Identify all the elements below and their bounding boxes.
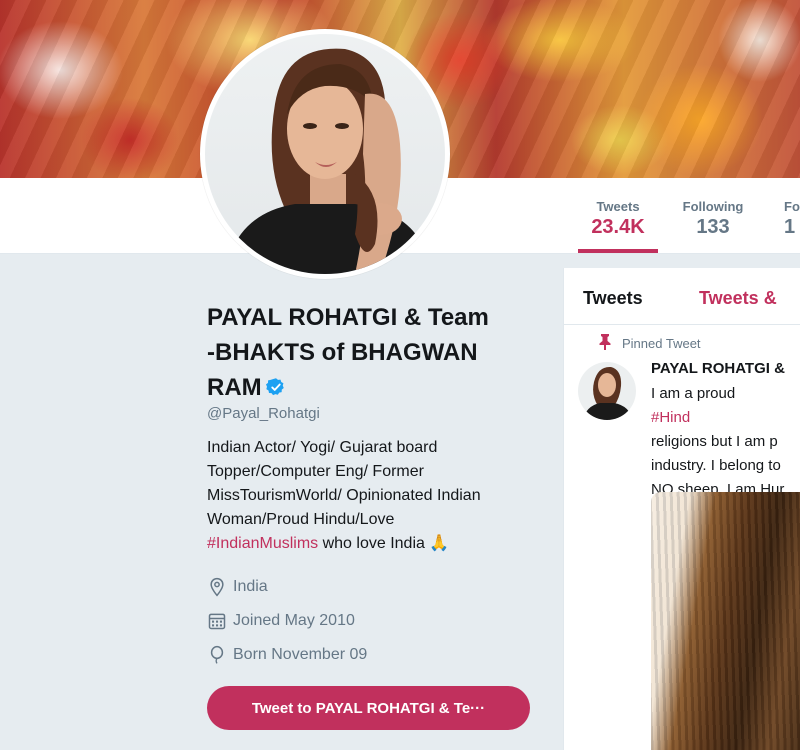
- tweet-text: I am a proud #Hind religions but I am p …: [651, 382, 784, 502]
- verified-badge-icon: [265, 378, 284, 396]
- profile-location: India: [207, 570, 547, 604]
- profile-card: PAYAL ROHATGI & Team -BHAKTS of BHAGWAN …: [207, 300, 547, 672]
- bio-line: Topper/Computer Eng/ Former: [207, 463, 424, 480]
- bio-line: #IndianMuslims who love India 🙏: [207, 532, 507, 556]
- profile-handle[interactable]: @Payal_Rohatgi: [207, 405, 547, 422]
- tweet-to-button[interactable]: Tweet to PAYAL ROHATGI & Te···: [207, 686, 530, 730]
- tweet-text-line: industry. I belong to: [651, 457, 781, 474]
- tweet-author-avatar[interactable]: [578, 362, 636, 420]
- tweet-author-name[interactable]: PAYAL ROHATGI &: [651, 360, 785, 377]
- timeline-panel: Tweets Tweets & Pinned Tweet PAYAL ROHAT…: [563, 268, 800, 750]
- profile-avatar[interactable]: [200, 29, 450, 279]
- bio-tail: who love India 🙏: [318, 535, 450, 552]
- profile-name-last: RAM: [207, 374, 262, 401]
- profile-name-line: RAM: [207, 370, 547, 405]
- tab-tweets-and-replies[interactable]: Tweets &: [699, 288, 777, 309]
- avatar-photo: [205, 34, 445, 274]
- tweet-hashtag-link[interactable]: #Hind: [651, 409, 690, 426]
- bio-line: Indian Actor/ Yogi/ Gujarat board: [207, 439, 438, 456]
- bio-line: MissTourismWorld/ Opinionated Indian: [207, 487, 481, 504]
- nav-tweets-label: Tweets: [596, 199, 640, 214]
- nav-followers-count: 1: [784, 216, 796, 238]
- nav-following-count: 133: [696, 216, 730, 238]
- bio-line: Woman/Proud Hindu/Love: [207, 511, 395, 528]
- born-text: Born November 09: [233, 646, 368, 663]
- profile-born: Born November 09: [207, 638, 547, 672]
- profile-name: PAYAL ROHATGI & Team -BHAKTS of BHAGWAN …: [207, 300, 547, 405]
- pin-icon: [599, 334, 611, 350]
- tweet-text-line: religions but I am p: [651, 433, 778, 450]
- timeline-tabs: Tweets Tweets &: [564, 268, 800, 325]
- location-pin-icon: [210, 577, 224, 597]
- nav-following-label: Following: [682, 199, 744, 214]
- bio-hashtag-link[interactable]: #IndianMuslims: [207, 535, 318, 552]
- tweet-media-image[interactable]: [651, 492, 800, 750]
- nav-tweets[interactable]: Tweets 23.4K: [578, 178, 658, 253]
- profile-name-line: PAYAL ROHATGI & Team: [207, 304, 489, 331]
- profile-name-line: -BHAKTS of BHAGWAN: [207, 339, 478, 366]
- location-text: India: [233, 578, 268, 595]
- nav-followers-label: Fo: [784, 199, 800, 214]
- tab-tweets[interactable]: Tweets: [583, 288, 643, 309]
- pinned-text: Pinned Tweet: [622, 336, 701, 351]
- tweet-text-line: I am a proud #Hind: [651, 382, 784, 430]
- profile-joined: Joined May 2010: [207, 604, 547, 638]
- nav-following[interactable]: Following 133: [672, 178, 754, 253]
- nav-followers[interactable]: Fo 1: [784, 178, 800, 253]
- balloon-icon: [210, 645, 224, 664]
- joined-text: Joined May 2010: [233, 612, 355, 629]
- calendar-icon: [208, 613, 226, 630]
- pinned-tweet-label: Pinned Tweet: [599, 334, 701, 351]
- nav-tweets-count: 23.4K: [591, 216, 645, 238]
- tweet-text-fragment: I am a proud: [651, 385, 736, 402]
- profile-bio: Indian Actor/ Yogi/ Gujarat board Topper…: [207, 436, 507, 556]
